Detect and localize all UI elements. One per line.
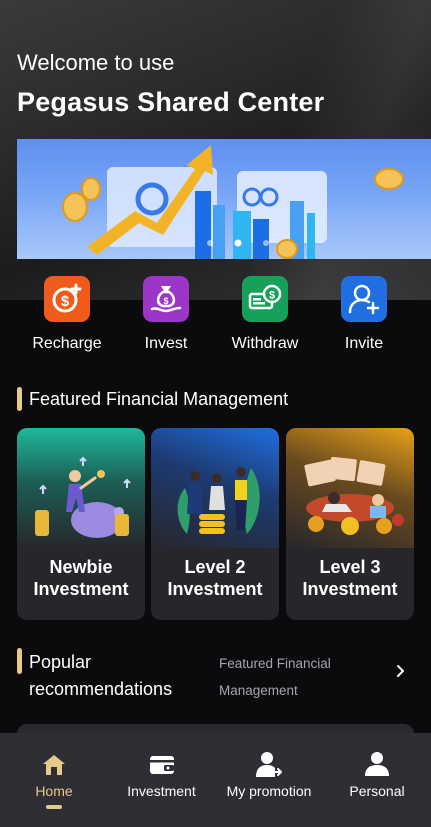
withdraw-action[interactable]: $ Withdraw <box>215 276 315 353</box>
wealth-illustration <box>304 456 404 535</box>
svg-text:$: $ <box>269 290 275 302</box>
bottom-navigation: Home Investment My promotion Personal <box>0 733 431 827</box>
nav-investment-label: Investment <box>127 783 196 799</box>
newbie-card-line2: Investment <box>33 579 129 599</box>
level3-card-line1: Level 3 <box>319 557 381 577</box>
app-title: Pegasus Shared Center <box>17 87 325 117</box>
person-icon <box>365 752 389 776</box>
promo-banner[interactable] <box>17 139 431 259</box>
nav-investment[interactable]: Investment <box>108 733 215 827</box>
banner-illustration <box>62 145 404 259</box>
coin-2 <box>81 177 101 201</box>
svg-text:$: $ <box>61 293 70 310</box>
invite-label: Invite <box>344 335 384 352</box>
promotion-user-icon <box>256 752 282 777</box>
piggy-bank-illustration <box>35 456 131 538</box>
featured-section-marker <box>17 387 22 411</box>
banner-dot-1[interactable] <box>207 240 213 246</box>
newbie-card-line1: Newbie <box>49 557 113 577</box>
invite-user-icon <box>341 276 387 322</box>
invest-bag-icon: $ <box>143 276 189 322</box>
banner-bar-3 <box>233 211 251 259</box>
popular-section-title: Popular recommendations <box>29 649 172 703</box>
featured-section-title: Featured Financial Management <box>29 389 289 409</box>
popular-sub-line1: Featured Financial <box>219 656 331 671</box>
level2-card-label: Level 2 Investment <box>151 556 279 600</box>
coin-1 <box>62 192 88 222</box>
svg-text:$: $ <box>163 296 168 306</box>
popular-title-line1: Popular <box>29 652 92 672</box>
nav-personal-label: Personal <box>349 783 405 799</box>
nav-my-promotion[interactable]: My promotion <box>215 733 323 827</box>
coin-3 <box>374 168 404 190</box>
hero-header: Welcome to use Pegasus Shared Center <box>0 0 431 300</box>
nav-home-label: Home <box>35 783 73 799</box>
withdraw-cash-icon: $ <box>242 276 288 322</box>
newbie-card-label: Newbie Investment <box>17 556 145 600</box>
invest-label: Invest <box>144 335 188 352</box>
nav-active-indicator <box>46 805 62 809</box>
quick-actions: $ Recharge $ Invest $ Withdraw Invite <box>0 276 431 366</box>
withdraw-label: Withdraw <box>231 335 299 352</box>
welcome-text: Welcome to use <box>17 50 175 75</box>
level2-investment-card[interactable]: Level 2 Investment <box>151 428 279 620</box>
level2-card-line2: Investment <box>167 579 263 599</box>
level2-card-line1: Level 2 <box>184 557 246 577</box>
nav-my-promotion-label: My promotion <box>226 783 312 799</box>
chevron-right-icon[interactable] <box>396 664 406 678</box>
banner-bar-6 <box>307 213 315 259</box>
coin-4 <box>276 239 298 259</box>
recharge-icon: $ <box>44 276 90 322</box>
popular-sub-line2: Management <box>219 683 298 698</box>
wallet-icon <box>149 756 174 774</box>
team-coins-illustration <box>177 467 260 534</box>
banner-dot-2-active[interactable] <box>234 239 242 247</box>
nav-personal[interactable]: Personal <box>323 733 431 827</box>
level3-card-line2: Investment <box>302 579 398 599</box>
banner-bar-2 <box>213 205 225 259</box>
recharge-action[interactable]: $ Recharge <box>17 276 117 353</box>
popular-section-marker <box>17 648 22 674</box>
popular-section-link[interactable]: Featured Financial Management <box>219 650 331 704</box>
popular-title-line2: recommendations <box>29 679 173 699</box>
level3-card-label: Level 3 Investment <box>286 556 414 600</box>
banner-bar-4 <box>253 219 269 259</box>
banner-dot-3[interactable] <box>263 240 269 246</box>
nav-home[interactable]: Home <box>0 733 108 827</box>
home-icon <box>43 755 65 775</box>
invest-action[interactable]: $ Invest <box>116 276 216 353</box>
recharge-label: Recharge <box>32 335 102 352</box>
level3-investment-card[interactable]: Level 3 Investment <box>286 428 414 620</box>
banner-bar-1 <box>195 191 211 259</box>
newbie-investment-card[interactable]: Newbie Investment <box>17 428 145 620</box>
invite-action[interactable]: Invite <box>314 276 414 353</box>
